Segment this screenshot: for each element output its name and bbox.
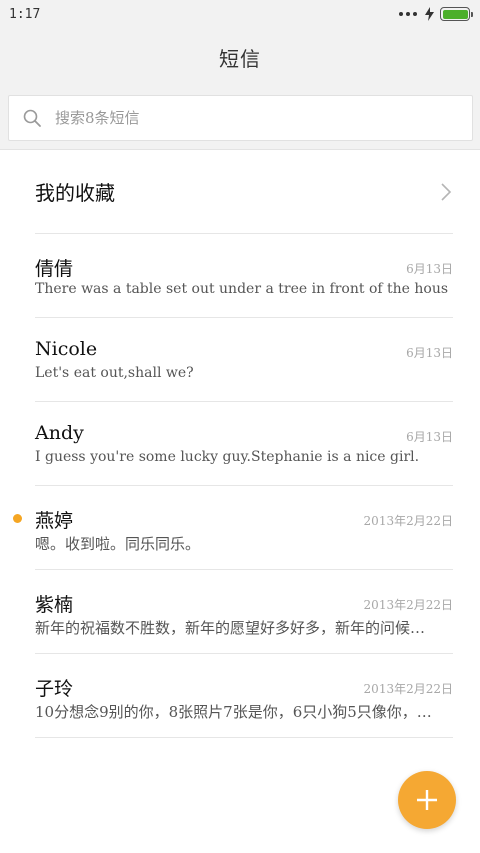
search-input[interactable] <box>55 103 435 133</box>
favorites-row[interactable]: 我的收藏 <box>35 150 453 234</box>
conversation-row[interactable]: Andy 6月13日 I guess you're some lucky guy… <box>35 402 453 486</box>
new-message-button[interactable] <box>398 771 456 829</box>
battery-icon <box>440 7 473 21</box>
contact-name: 燕婷 <box>35 510 74 532</box>
contact-name: Nicole <box>35 338 98 360</box>
conversation-list: 我的收藏 倩倩 6月13日 There was a table set out … <box>0 150 480 738</box>
message-date: 2013年2月22日 <box>363 598 453 612</box>
message-date: 6月13日 <box>406 430 453 444</box>
status-icons <box>399 7 473 21</box>
conversation-row[interactable]: 紫楠 2013年2月22日 新年的祝福数不胜数，新年的愿望好多好多，新年的问候… <box>35 570 453 654</box>
message-preview: 新年的祝福数不胜数，新年的愿望好多好多，新年的问候… <box>35 619 426 637</box>
message-date: 2013年2月22日 <box>363 682 453 696</box>
conversation-row[interactable]: 燕婷 2013年2月22日 嗯。收到啦。同乐同乐。 <box>13 486 453 570</box>
message-date: 6月13日 <box>406 346 453 360</box>
message-date: 2013年2月22日 <box>363 514 453 528</box>
contact-name: 紫楠 <box>35 594 74 616</box>
conversation-row[interactable]: Nicole 6月13日 Let's eat out,shall we? <box>35 318 453 402</box>
search-box[interactable] <box>8 95 473 141</box>
more-dots-icon <box>399 12 417 16</box>
conversation-row[interactable]: 子玲 2013年2月22日 10分想念9别的你，8张照片7张是你，6只小狗5只像… <box>35 654 453 738</box>
message-preview: Let's eat out,shall we? <box>35 365 194 381</box>
favorites-label: 我的收藏 <box>35 181 115 205</box>
status-time: 1:17 <box>9 6 41 22</box>
chevron-right-icon <box>441 182 452 201</box>
charging-bolt-icon <box>425 7 434 21</box>
search-icon <box>23 109 41 127</box>
search-area <box>0 86 480 150</box>
message-preview: 嗯。收到啦。同乐同乐。 <box>35 535 201 553</box>
message-date: 6月13日 <box>406 262 453 276</box>
message-preview: I guess you're some lucky guy.Stephanie … <box>35 449 420 465</box>
title-bar: 短信 <box>0 28 480 86</box>
contact-name: 倩倩 <box>35 258 74 280</box>
message-preview: 10分想念9别的你，8张照片7张是你，6只小狗5只像你，… <box>35 703 432 721</box>
contact-name: Andy <box>35 422 84 444</box>
page-title: 短信 <box>219 46 261 71</box>
plus-icon <box>417 790 437 810</box>
unread-dot-icon <box>13 514 22 523</box>
contact-name: 子玲 <box>35 678 74 700</box>
conversation-row[interactable]: 倩倩 6月13日 There was a table set out under… <box>35 234 453 318</box>
message-preview: There was a table set out under a tree i… <box>35 281 449 297</box>
status-bar: 1:17 <box>0 0 480 28</box>
